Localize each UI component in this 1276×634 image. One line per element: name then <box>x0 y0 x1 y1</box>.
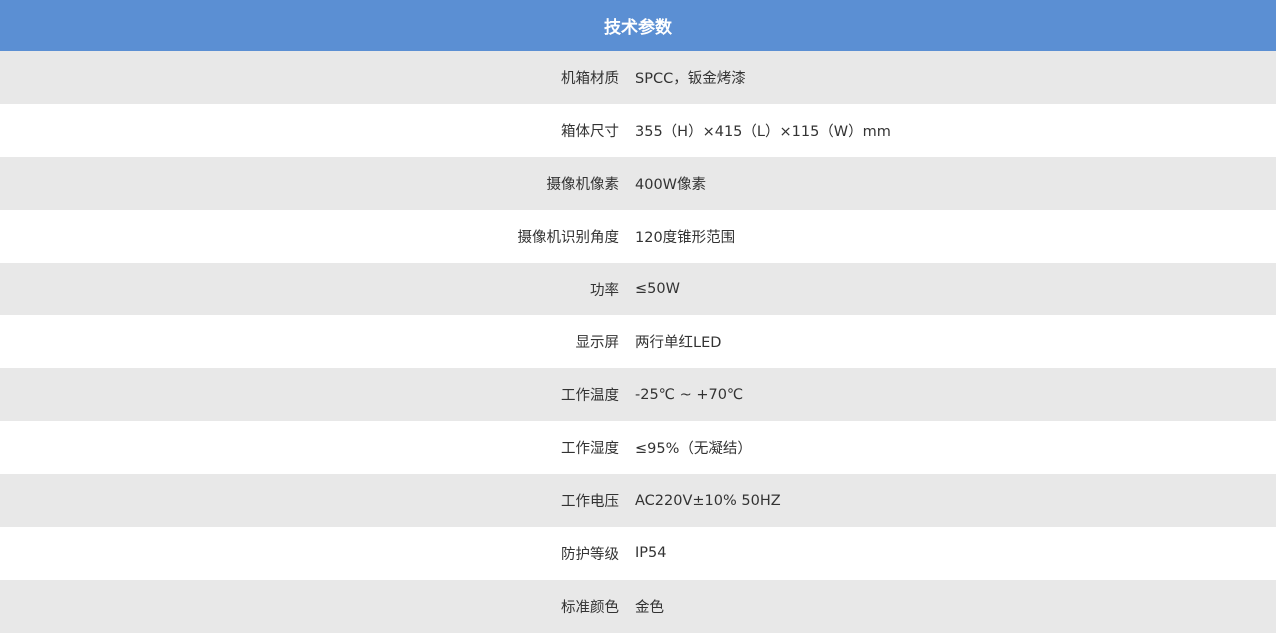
spec-label: 摄像机像素 <box>546 176 620 193</box>
table-row: 防护等级 IP54 <box>0 527 1276 580</box>
spec-label: 工作湿度 <box>561 441 619 458</box>
spec-table-title: 技术参数 <box>604 18 672 38</box>
spec-value: IP54 <box>635 545 667 562</box>
spec-value: ≤95%（无凝结） <box>635 441 752 458</box>
spec-table-header: 技术参数 <box>0 0 1276 51</box>
table-row: 标准颜色 金色 <box>0 579 1276 633</box>
table-row: 工作电压 AC220V±10% 50HZ <box>0 474 1276 528</box>
spec-label: 箱体尺寸 <box>561 123 619 140</box>
table-row: 工作温度 -25℃ ~ +70℃ <box>0 368 1276 422</box>
spec-value: 金色 <box>635 599 664 616</box>
table-row: 摄像机像素 400W像素 <box>0 156 1276 210</box>
spec-label: 防护等级 <box>561 546 619 563</box>
spec-label: 标准颜色 <box>561 599 619 616</box>
spec-value: ≤50W <box>635 281 680 297</box>
table-row: 箱体尺寸 355（H）×415（L）×115（W）mm <box>0 104 1276 157</box>
spec-value: 两行单红LED <box>635 335 722 352</box>
spec-value: 120度锥形范围 <box>635 229 736 246</box>
spec-label: 工作温度 <box>561 388 619 405</box>
table-row: 摄像机识别角度 120度锥形范围 <box>0 210 1276 263</box>
table-row: 功率 ≤50W <box>0 262 1276 316</box>
spec-value: 400W像素 <box>635 176 707 193</box>
spec-label: 显示屏 <box>575 335 620 352</box>
spec-label: 工作电压 <box>561 494 619 511</box>
spec-value: -25℃ ~ +70℃ <box>635 386 744 403</box>
spec-table: 技术参数 机箱材质 SPCC，钣金烤漆 箱体尺寸 355（H）×415（L）×1… <box>0 0 1276 633</box>
spec-label: 功率 <box>590 282 619 299</box>
spec-value: AC220V±10% 50HZ <box>635 492 781 509</box>
table-row: 显示屏 两行单红LED <box>0 315 1276 368</box>
spec-value: SPCC，钣金烤漆 <box>635 70 746 87</box>
spec-label: 摄像机识别角度 <box>517 229 620 246</box>
table-row: 机箱材质 SPCC，钣金烤漆 <box>0 51 1276 104</box>
table-row: 工作湿度 ≤95%（无凝结） <box>0 421 1276 474</box>
spec-label: 机箱材质 <box>561 70 619 87</box>
spec-value: 355（H）×415（L）×115（W）mm <box>635 123 891 140</box>
